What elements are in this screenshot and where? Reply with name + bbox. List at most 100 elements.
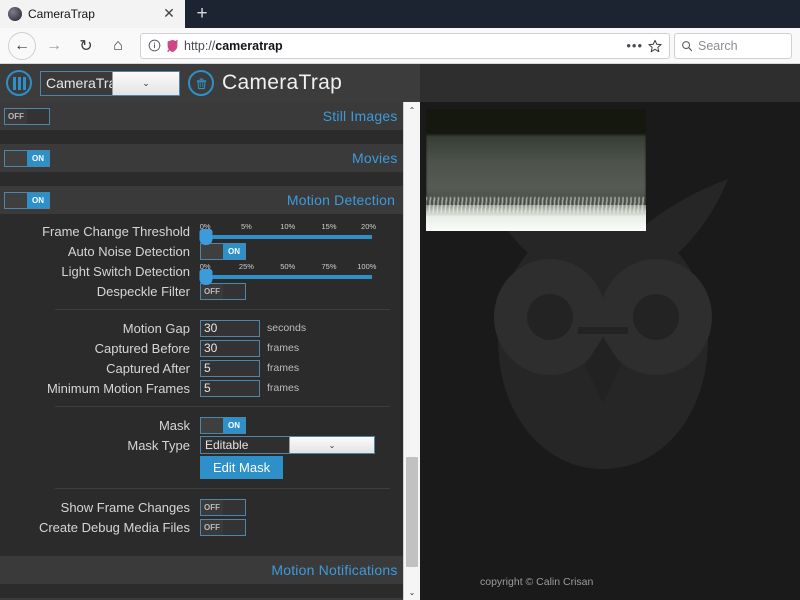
home-button[interactable]: ⌂	[104, 32, 132, 60]
toggle-knob	[5, 192, 27, 208]
search-bar[interactable]: Search	[674, 32, 792, 59]
scroll-up-button[interactable]: ⌃	[404, 102, 420, 118]
slider-track	[199, 268, 372, 285]
page-title: CameraTrap	[222, 71, 343, 94]
camera-pane-topbar	[420, 64, 800, 102]
toggle-knob	[223, 499, 245, 515]
label-auto-noise-detection: Auto Noise Detection	[67, 243, 190, 259]
toggle-despeckle-filter[interactable]: OFF	[200, 282, 246, 300]
label-captured-before: Captured Before	[94, 340, 190, 356]
edit-mask-button[interactable]: Edit Mask	[200, 456, 284, 479]
menu-bars-icon[interactable]	[6, 70, 32, 96]
section-title-movies: Movies	[351, 150, 398, 166]
divider	[55, 309, 390, 310]
section-gap	[0, 584, 420, 598]
slider-ticks: 0% 5% 10% 15% 20%	[199, 221, 377, 231]
section-header-motion-notifications[interactable]: Motion Notifications ◀	[0, 556, 420, 584]
slider-handle[interactable]	[199, 228, 213, 245]
toggle-auto-noise-detection[interactable]: ON	[200, 242, 246, 260]
label-mask: Mask	[158, 417, 190, 433]
toggle-knob	[223, 519, 245, 535]
app-header: CameraTrap1 ⌄ CameraTrap	[0, 64, 420, 102]
close-icon[interactable]: ✕	[161, 6, 177, 22]
toggle-movies[interactable]: ON	[4, 149, 50, 167]
row-auto-noise-detection: Auto Noise Detection ON	[0, 242, 420, 260]
trash-icon[interactable]	[188, 70, 214, 96]
chevron-down-icon: ⌄	[112, 71, 179, 95]
row-mask-type: Mask Type Editable ⌄	[0, 436, 420, 454]
navigation-toolbar: ← → ↻ ⌂ http://cameratrap ••• Search	[0, 28, 800, 64]
divider	[55, 406, 390, 407]
shield-blocked-icon[interactable]	[166, 39, 179, 53]
toggle-knob	[223, 283, 245, 299]
row-despeckle-filter: Despeckle Filter OFF	[0, 282, 420, 300]
search-input[interactable]: Search	[698, 39, 738, 53]
toggle-create-debug-media-files[interactable]: OFF	[200, 518, 246, 536]
divider	[55, 488, 390, 489]
unit-motion-gap: seconds	[267, 322, 307, 334]
input-captured-before[interactable]: 30	[200, 339, 260, 357]
slider-ticks: 0% 25% 50% 75% 100%	[199, 261, 377, 271]
row-show-frame-changes: Show Frame Changes OFF	[0, 498, 420, 516]
label-minimum-motion-frames: Minimum Motion Frames	[46, 380, 190, 396]
camera-live-frame[interactable]	[426, 109, 646, 231]
address-bar[interactable]: http://cameratrap •••	[140, 32, 670, 59]
section-header-motion-detection[interactable]: ON Motion Detection ▼	[0, 186, 420, 214]
unit-minimum-motion-frames: frames	[267, 382, 300, 394]
label-create-debug-media-files: Create Debug Media Files	[38, 519, 190, 535]
row-minimum-motion-frames: Minimum Motion Frames 5 frames	[0, 379, 420, 397]
input-minimum-motion-frames[interactable]: 5	[200, 379, 260, 397]
select-mask-type-value: Editable	[205, 438, 249, 452]
input-motion-gap[interactable]: 30	[200, 319, 260, 337]
slider-frame-change-threshold[interactable]: 0% 5% 10% 15% 20%	[199, 221, 377, 245]
forward-button[interactable]: →	[40, 32, 68, 60]
browser-tab-cameratrap[interactable]: CameraTrap ✕	[0, 0, 185, 28]
toggle-show-frame-changes[interactable]: OFF	[200, 498, 246, 516]
label-light-switch-detection: Light Switch Detection	[61, 263, 190, 279]
settings-scrollbar[interactable]: ⌃ ⌄	[403, 102, 420, 600]
back-button[interactable]: ←	[8, 31, 36, 60]
browser-window: CameraTrap ✕ + ← → ↻ ⌂ http://cameratrap…	[0, 0, 800, 600]
row-mask: Mask ON	[0, 416, 420, 434]
section-title-motion-notifications: Motion Notifications	[271, 562, 398, 578]
toggle-still-images[interactable]: OFF	[4, 107, 50, 125]
label-despeckle-filter: Despeckle Filter	[96, 283, 190, 299]
label-show-frame-changes: Show Frame Changes	[60, 499, 190, 515]
scroll-down-button[interactable]: ⌄	[404, 584, 420, 600]
label-captured-after: Captured After	[106, 360, 190, 376]
new-tab-button[interactable]: +	[185, 0, 219, 28]
page-actions-button[interactable]: •••	[626, 38, 643, 53]
row-create-debug-media-files: Create Debug Media Files OFF	[0, 518, 420, 536]
row-motion-gap: Motion Gap 30 seconds	[0, 319, 420, 337]
camera-preview-pane[interactable]: copyright © Calin Crisan	[420, 64, 800, 600]
section-gap	[0, 172, 420, 186]
section-header-movies[interactable]: ON Movies ◀	[0, 144, 420, 172]
search-icon	[682, 40, 693, 51]
scrollbar-thumb[interactable]	[406, 457, 418, 567]
section-title-motion-detection: Motion Detection	[286, 192, 396, 208]
tab-title: CameraTrap	[28, 7, 95, 21]
globe-icon	[8, 7, 22, 21]
camera-select[interactable]: CameraTrap1 ⌄	[40, 70, 180, 96]
reload-button[interactable]: ↻	[72, 32, 100, 60]
toggle-motion-detection[interactable]: ON	[4, 191, 50, 209]
tab-strip: CameraTrap ✕ +	[0, 0, 800, 28]
star-icon[interactable]	[648, 39, 662, 53]
motion-detection-body: Frame Change Threshold 0% 5% 10% 15% 20%	[0, 214, 420, 546]
section-header-still-images[interactable]: OFF Still Images ◀	[0, 102, 420, 130]
copyright-text: copyright © Calin Crisan	[480, 576, 594, 588]
input-captured-after[interactable]: 5	[200, 359, 260, 377]
toggle-mask[interactable]: ON	[200, 416, 246, 434]
toggle-knob	[5, 150, 27, 166]
camera-select-value: CameraTrap1	[46, 75, 112, 91]
section-gap	[0, 546, 420, 556]
info-icon[interactable]	[148, 39, 161, 52]
select-mask-type[interactable]: Editable ⌄	[200, 436, 375, 454]
settings-panel: CameraTrap1 ⌄ CameraTrap	[0, 64, 420, 600]
camera-frame-sky	[426, 109, 646, 137]
camera-frame-grass	[426, 205, 646, 231]
unit-captured-before: frames	[267, 342, 300, 354]
slider-handle[interactable]	[199, 268, 213, 285]
slider-light-switch-detection[interactable]: 0% 25% 50% 75% 100%	[199, 261, 377, 285]
label-mask-type: Mask Type	[127, 437, 190, 453]
